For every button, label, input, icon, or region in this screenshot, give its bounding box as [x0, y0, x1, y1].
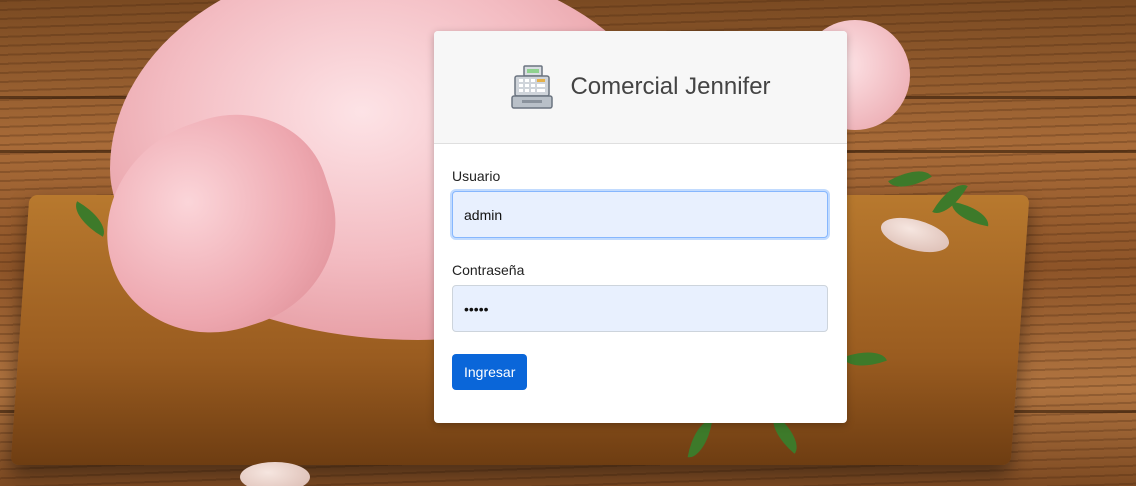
background-photo: Comercial Jennifer Usuario Contraseña In…	[0, 0, 1136, 486]
login-card-header: Comercial Jennifer	[434, 31, 847, 144]
password-label: Contraseña	[452, 262, 525, 278]
herb-leaf	[888, 161, 932, 197]
username-label: Usuario	[452, 168, 501, 184]
cash-register-icon	[511, 65, 554, 109]
app-title: Comercial Jennifer	[570, 73, 771, 100]
garlic-clove	[240, 462, 310, 486]
login-form: Usuario Contraseña Ingresar	[434, 144, 847, 390]
password-input[interactable]	[452, 285, 828, 332]
login-card: Comercial Jennifer Usuario Contraseña In…	[434, 31, 847, 423]
login-button[interactable]: Ingresar	[452, 354, 528, 390]
username-input[interactable]	[452, 191, 828, 238]
